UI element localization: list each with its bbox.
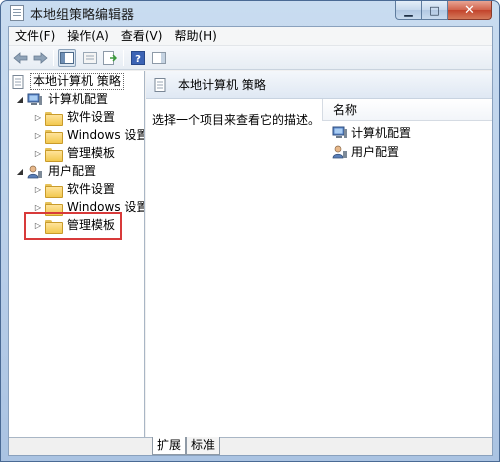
tree-label-admin-templates-1: 管理模板 — [67, 146, 116, 160]
back-arrow-icon — [13, 52, 28, 64]
items-list: 名称 计算机配置 用户配置 — [322, 99, 492, 437]
folder-icon — [45, 183, 63, 198]
export-list-button[interactable] — [101, 49, 119, 67]
expand-arrow-icon[interactable]: ▷ — [33, 131, 43, 140]
tab-standard[interactable]: 标准 — [186, 437, 221, 455]
forward-button[interactable] — [31, 49, 49, 67]
details-header: 本地计算机 策略 — [146, 71, 492, 99]
tree-label-software-settings-1: 软件设置 — [67, 110, 116, 124]
toolbar-separator — [123, 50, 124, 66]
client-area: 文件(F) 操作(A) 查看(V) 帮助(H) ? 本地计算机 策略 ◢ 计算机… — [8, 26, 493, 456]
gpedit-app-icon — [10, 5, 24, 21]
window-title: 本地组策略编辑器 — [30, 8, 135, 23]
folder-icon — [45, 129, 63, 144]
tree-label-software-settings-2: 软件设置 — [67, 182, 116, 196]
tree-label-windows-settings-1: Windows 设置 — [67, 128, 145, 142]
menu-file[interactable]: 文件(F) — [9, 27, 61, 45]
toolbar-separator — [53, 50, 54, 66]
user-icon — [27, 165, 43, 179]
column-header-label: 名称 — [333, 103, 358, 117]
policy-document-icon — [11, 74, 27, 89]
tree-pane: 本地计算机 策略 ◢ 计算机配置 ▷ 软件设置 ▷ Windows 设置 ▷ 管… — [9, 71, 145, 437]
expand-arrow-icon[interactable]: ▷ — [33, 185, 43, 194]
view-tabs: 扩展 标准 — [146, 437, 492, 455]
expand-arrow-icon[interactable]: ▷ — [33, 113, 43, 122]
list-item-label: 计算机配置 — [351, 126, 412, 140]
menu-action[interactable]: 操作(A) — [61, 27, 115, 45]
show-hide-action-pane-icon — [152, 52, 166, 64]
highlight-box — [24, 212, 122, 240]
menu-view[interactable]: 查看(V) — [115, 27, 169, 45]
properties-icon — [83, 52, 97, 64]
tree-node-admin-templates-1[interactable]: ▷ 管理模板 — [33, 145, 117, 162]
tree-node-root[interactable]: 本地计算机 策略 — [11, 73, 124, 90]
forward-arrow-icon — [33, 52, 48, 64]
list-item-computer-config[interactable]: 计算机配置 — [332, 124, 411, 141]
close-button[interactable]: ✕ — [448, 1, 492, 20]
minimize-button[interactable]: ▁ — [395, 1, 422, 20]
properties-button[interactable] — [81, 49, 99, 67]
computer-icon — [27, 93, 43, 107]
expand-arrow-icon[interactable]: ▷ — [33, 149, 43, 158]
export-list-icon — [103, 51, 117, 65]
tree-label-root: 本地计算机 策略 — [30, 73, 124, 90]
expand-arrow-icon[interactable]: ▷ — [33, 203, 43, 212]
caption-buttons: ▁ □ ✕ — [395, 1, 492, 20]
tree-label-user-config: 用户配置 — [48, 164, 97, 178]
details-title: 本地计算机 策略 — [178, 78, 266, 92]
policy-document-icon — [153, 77, 169, 92]
tree-node-software-settings-2[interactable]: ▷ 软件设置 — [33, 181, 117, 198]
tree-node-windows-settings-1[interactable]: ▷ Windows 设置 — [33, 127, 145, 144]
column-divider — [322, 99, 323, 121]
show-hide-tree-icon — [60, 52, 74, 64]
tree-node-software-settings-1[interactable]: ▷ 软件设置 — [33, 109, 117, 126]
app-window: 本地组策略编辑器 ▁ □ ✕ 文件(F) 操作(A) 查看(V) 帮助(H) ?… — [0, 0, 500, 462]
toolbar: ? — [9, 46, 492, 70]
details-pane: 本地计算机 策略 选择一个项目来查看它的描述。 名称 计算机配置 用户配置 — [146, 71, 492, 437]
list-item-user-config[interactable]: 用户配置 — [332, 143, 399, 160]
svg-text:?: ? — [135, 54, 141, 65]
menu-help[interactable]: 帮助(H) — [168, 27, 222, 45]
user-icon — [332, 145, 348, 159]
help-icon: ? — [131, 51, 145, 65]
tree-node-user-config[interactable]: ◢ 用户配置 — [15, 163, 98, 180]
description-text: 选择一个项目来查看它的描述。 — [152, 113, 321, 127]
computer-icon — [332, 126, 348, 140]
column-header-name[interactable]: 名称 — [322, 99, 492, 121]
tree-pane-footer — [9, 437, 146, 455]
tree-label-computer-config: 计算机配置 — [48, 92, 109, 106]
back-button[interactable] — [12, 49, 30, 67]
help-button[interactable]: ? — [129, 49, 147, 67]
folder-icon — [45, 111, 63, 126]
menu-bar: 文件(F) 操作(A) 查看(V) 帮助(H) — [9, 27, 492, 46]
list-item-label: 用户配置 — [351, 145, 400, 159]
folder-icon — [45, 147, 63, 162]
collapse-arrow-icon[interactable]: ◢ — [15, 95, 25, 104]
maximize-button[interactable]: □ — [422, 1, 448, 20]
collapse-arrow-icon[interactable]: ◢ — [15, 167, 25, 176]
tab-extended[interactable]: 扩展 — [152, 437, 187, 455]
tree-node-computer-config[interactable]: ◢ 计算机配置 — [15, 91, 110, 108]
show-hide-tree-button[interactable] — [58, 49, 76, 67]
title-bar[interactable]: 本地组策略编辑器 ▁ □ ✕ — [1, 1, 499, 25]
show-hide-action-pane-button[interactable] — [150, 49, 168, 67]
